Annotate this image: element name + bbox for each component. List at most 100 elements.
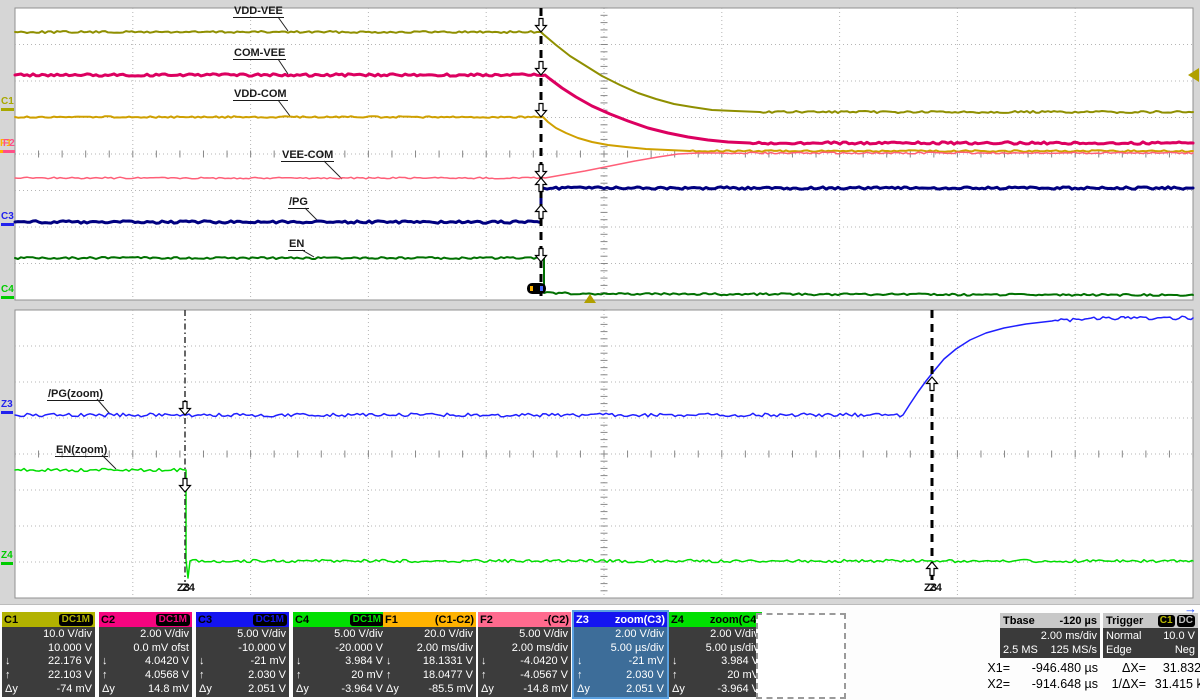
zoom-region-indicator[interactable]	[527, 283, 546, 294]
channel-descriptor-c3[interactable]: C3 DC1M 5.00 V/div -10.000 V ↓ -21 mV ↑ 2.0…	[196, 612, 289, 697]
cursor-down-value: 22.176 V	[47, 655, 92, 668]
cursor-tag-z4: Z4	[182, 582, 195, 594]
timebase-samples: 2.5 MS	[1003, 644, 1038, 656]
delta-y-value: -85.5 mV	[428, 683, 473, 696]
descriptor-header: C1 DC1M	[2, 612, 95, 627]
cursor-down-value: -21 mV	[628, 655, 664, 668]
x2-value: -914.648 µs	[1031, 677, 1098, 691]
delta-y-value: 14.8 mV	[148, 683, 189, 696]
cursor-down-value: -21 mV	[250, 655, 286, 668]
zoom-z4-mark-icon	[540, 286, 543, 291]
delta-y-value: -3.964 V	[341, 683, 383, 696]
cursor-up-icon: ↑	[386, 669, 392, 682]
cursor-up-value: -4.0567 V	[520, 669, 568, 682]
descriptor-body: 2.00 V/div 5.00 µs/div ↓ 3.984 V ↑ 20 mV Δ…	[669, 627, 762, 697]
volts-per-div: 2.00 V/div	[140, 627, 189, 640]
edge-marker-f2[interactable]: F2	[3, 139, 15, 153]
cursor-down-value: 3.984 V	[721, 655, 759, 668]
offset-or-timebase: -20.000 V	[335, 641, 383, 654]
volts-per-div: 2.00 V/div	[710, 627, 759, 640]
delta-y-label: Δy	[577, 683, 590, 696]
delta-y-label: Δy	[672, 683, 685, 696]
channel-descriptor-f2[interactable]: F2 -(C2) 5.00 V/div 2.00 ms/div ↓ -4.0420 …	[478, 612, 571, 697]
delta-y-value: -74 mV	[56, 683, 92, 696]
cursor-up-value: 2.030 V	[248, 669, 286, 682]
descriptor-body: 2.00 V/div 5.00 µs/div ↓ -21 mV ↑ 2.030 V …	[574, 627, 667, 697]
channel-id: C2	[101, 613, 116, 626]
edge-marker-c1[interactable]: C1	[1, 97, 14, 111]
channel-descriptor-c2[interactable]: C2 DC1M 2.00 V/div 0.0 mV ofst ↓ 4.0420 V …	[99, 612, 192, 697]
descriptor-header: C3 DC1M	[196, 612, 289, 627]
channel-descriptor-f1[interactable]: F1 (C1-C2) 20.0 V/div 2.00 ms/div ↓ 18.133…	[383, 612, 476, 697]
descriptor-body: 10.0 V/div 10.000 V ↓ 22.176 V ↑ 22.103 V …	[2, 627, 95, 697]
edge-marker-c3[interactable]: C3	[1, 212, 14, 226]
cursor-down-icon: ↓	[577, 655, 583, 668]
descriptor-body: 5.00 V/div 2.00 ms/div ↓ -4.0420 V ↑ -4.05…	[478, 627, 571, 697]
cursor-down-icon: ↓	[386, 655, 392, 668]
edge-marker-z3[interactable]: Z3	[1, 400, 13, 414]
offset-or-timebase: 5.00 µs/div	[610, 641, 664, 654]
empty-descriptor-slot[interactable]	[756, 613, 846, 699]
channel-id: C1	[4, 613, 19, 626]
cursor-up-value: 20 mV	[351, 669, 383, 682]
volts-per-div: 5.00 V/div	[334, 627, 383, 640]
channel-descriptor-z3[interactable]: Z3 zoom(C3) 2.00 V/div 5.00 µs/div ↓ -21 m…	[572, 610, 669, 699]
channel-descriptor-z4[interactable]: Z4 zoom(C4) 2.00 V/div 5.00 µs/div ↓ 3.984…	[669, 612, 762, 697]
channel-descriptor-c1[interactable]: C1 DC1M 10.0 V/div 10.000 V ↓ 22.176 V ↑ 22…	[2, 612, 95, 697]
channel-descriptor-c4[interactable]: C4 DC1M 5.00 V/div -20.000 V ↓ 3.984 V ↑ 20…	[293, 612, 386, 697]
descriptor-header: C2 DC1M	[99, 612, 192, 627]
delta-y-label: Δy	[386, 683, 399, 696]
channel-id: C4	[295, 613, 310, 626]
descriptor-body: 5.00 V/div -20.000 V ↓ 3.984 V ↑ 20 mV Δy -…	[293, 627, 386, 697]
trace-label-en-zoom-: EN(zoom)	[55, 444, 109, 457]
cursor-up-icon: ↑	[5, 669, 11, 682]
trigger-coupling-badge: DC	[1176, 614, 1195, 627]
descriptor-header: F2 -(C2)	[478, 612, 571, 627]
cursor-tag-z4: Z4	[929, 582, 942, 594]
descriptor-source: zoom(C4)	[709, 613, 760, 626]
volts-per-div: 2.00 V/div	[615, 627, 664, 640]
trigger-title: Trigger	[1106, 614, 1144, 627]
cursor-down-icon: ↓	[5, 655, 11, 668]
oscilloscope-screen: VDD-VEE COM-VEE VDD-COM VEE-COM/PG EN/PG(zoo…	[0, 0, 1200, 700]
volts-per-div: 20.0 V/div	[424, 627, 473, 640]
dx-value: 31.832 µs	[1162, 661, 1200, 675]
cursor-up-icon: ↑	[102, 669, 108, 682]
timebase-delay: -120 µs	[1059, 614, 1097, 627]
cursor-up-icon: ↑	[296, 669, 302, 682]
cursor-down-icon: ↓	[102, 655, 108, 668]
offset-or-timebase: 10.000 V	[47, 641, 92, 654]
delta-y-label: Δy	[481, 683, 494, 696]
offset-or-timebase: 0.0 mV ofst	[133, 641, 189, 654]
cursor-up-icon: ↑	[672, 669, 678, 682]
delta-y-label: Δy	[296, 683, 309, 696]
cursor-down-icon: ↓	[296, 655, 302, 668]
cursor-down-value: 4.0420 V	[144, 655, 189, 668]
trace-label--pg-zoom-: /PG(zoom)	[47, 388, 104, 401]
dx-label: ΔX=	[1122, 661, 1146, 675]
timebase-panel[interactable]: Tbase -120 µs 2.00 ms/div 2.5 MS 125 MS/s	[1000, 613, 1100, 658]
channel-id: Z3	[576, 613, 589, 626]
invdx-label: 1/ΔX=	[1111, 677, 1146, 691]
edge-marker-c4[interactable]: C4	[1, 285, 14, 299]
trace-label-com-vee: COM-VEE	[233, 47, 287, 60]
channel-id: Z4	[671, 613, 684, 626]
trigger-slope: Neg	[1174, 644, 1195, 656]
offset-or-timebase: 2.00 ms/div	[511, 641, 568, 654]
trigger-panel[interactable]: Trigger C1 DC Normal 10.0 V Edge Neg	[1103, 613, 1198, 658]
channel-id: F2	[480, 613, 493, 626]
cursor-down-icon: ↓	[199, 655, 205, 668]
coupling-badge: DC1M	[58, 613, 93, 626]
descriptor-source: (C1-C2)	[434, 613, 474, 626]
scroll-right-arrow-icon[interactable]: →	[1184, 601, 1197, 616]
delta-y-label: Δy	[5, 683, 18, 696]
edge-marker-z4[interactable]: Z4	[1, 551, 13, 565]
channel-id: C3	[198, 613, 213, 626]
cursor-down-icon: ↓	[672, 655, 678, 668]
delta-y-value: -3.964 V	[717, 683, 759, 696]
timebase-rate: 125 MS/s	[1050, 644, 1097, 656]
trace-label--pg: /PG	[288, 196, 309, 209]
cursor-up-icon: ↑	[199, 669, 205, 682]
descriptor-header: Z4 zoom(C4)	[669, 612, 762, 627]
cursor-up-value: 4.0568 V	[144, 669, 189, 682]
